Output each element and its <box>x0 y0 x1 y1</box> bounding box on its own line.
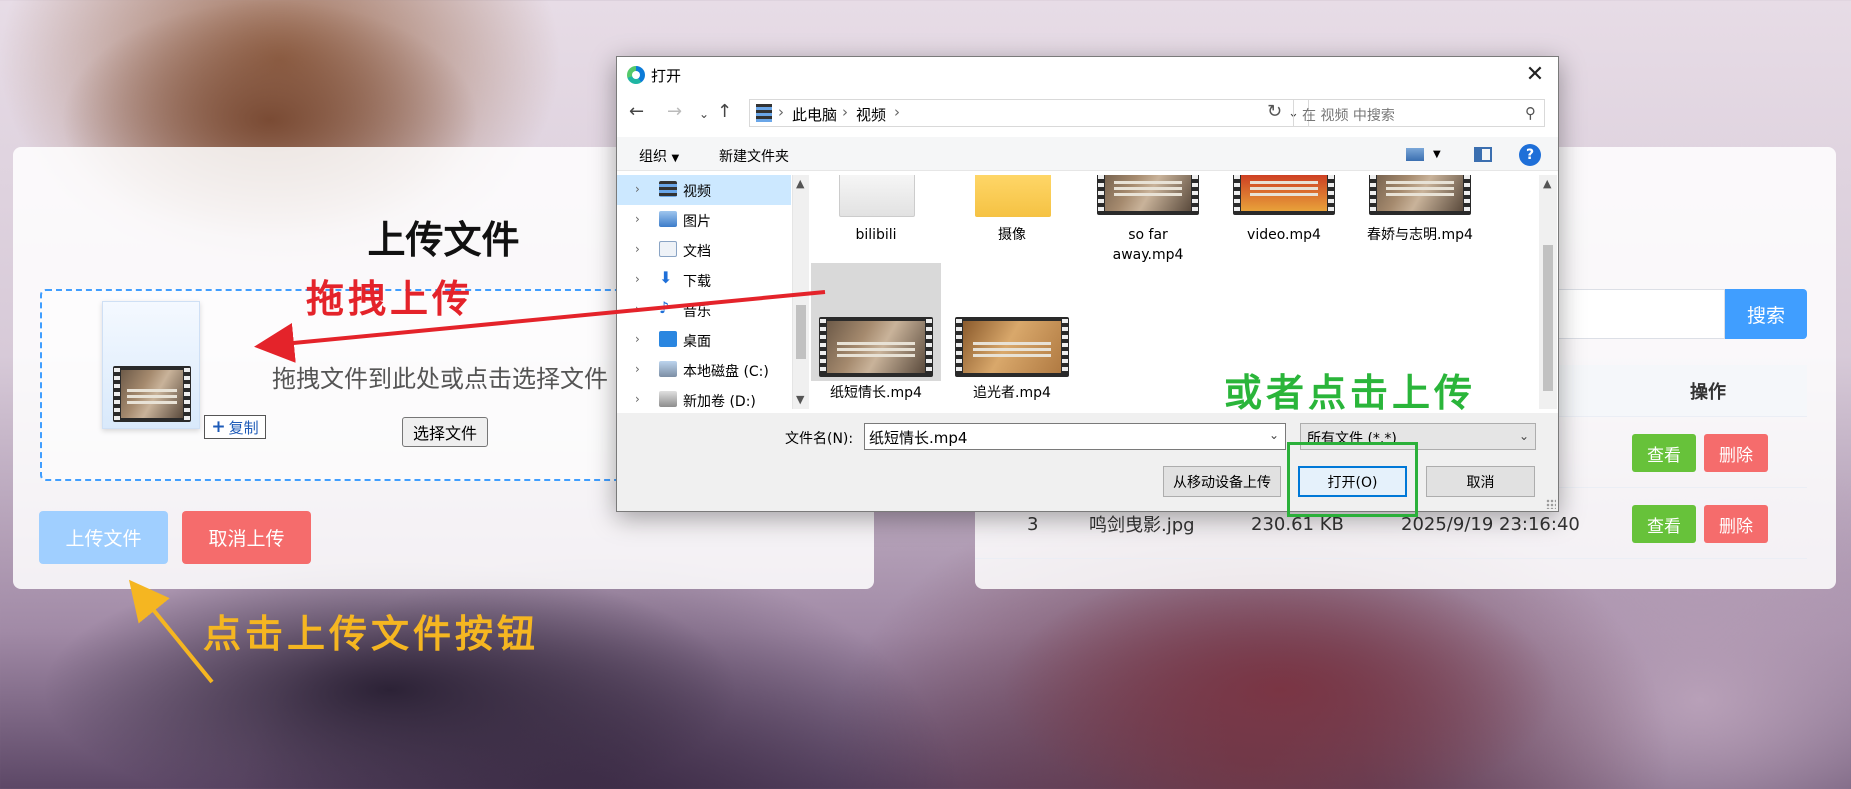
yellow-arrow <box>128 579 214 684</box>
annotation-arrows <box>128 290 826 684</box>
red-arrow <box>254 290 826 363</box>
